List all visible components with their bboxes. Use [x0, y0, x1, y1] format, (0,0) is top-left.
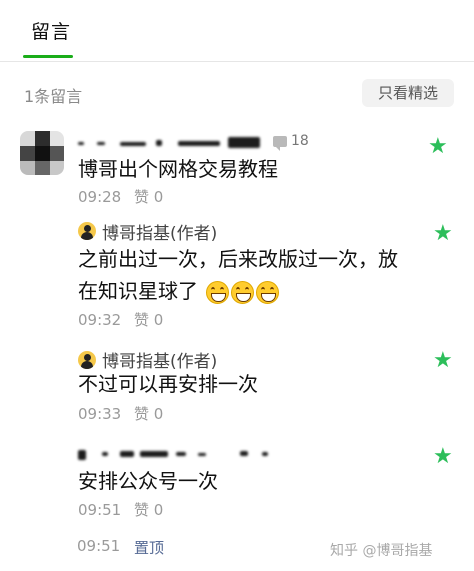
divider [0, 61, 474, 62]
avatar[interactable] [20, 131, 64, 175]
reply-text: 之前出过一次，后来改版过一次，放 在知识星球了 [78, 243, 398, 307]
comment-bubble-icon [273, 135, 287, 151]
grin-emoji-icon [256, 281, 280, 304]
reply-time: 09:33 [78, 405, 122, 423]
reply-time: 09:51 [78, 501, 122, 519]
grin-emoji-group [206, 281, 280, 304]
reply-text-line2: 在知识星球了 [78, 275, 398, 307]
watermark: 知乎 @博哥指基 [330, 543, 433, 559]
star-icon[interactable]: ★ [433, 350, 453, 372]
star-icon[interactable]: ★ [433, 446, 453, 468]
comment-meta: 09:28 赞 0 [78, 186, 163, 207]
featured-only-button[interactable]: 只看精选 [362, 79, 454, 107]
reply-text: 安排公众号一次 [78, 469, 218, 493]
tab-active-indicator [23, 55, 73, 58]
tab-comments[interactable]: 留言 [31, 17, 71, 44]
grin-emoji-icon [206, 281, 230, 304]
like-button[interactable]: 赞 0 [134, 501, 163, 519]
tab-bar: 留言 [0, 0, 474, 62]
author-avatar[interactable] [78, 351, 96, 369]
comment-count: 1条留言 [24, 87, 83, 106]
reply-count: 18 [291, 133, 309, 149]
grin-emoji-icon [231, 281, 255, 304]
author-avatar[interactable] [78, 222, 96, 240]
pin-button[interactable]: 置顶 [134, 537, 164, 558]
reply-text-line1: 之前出过一次，后来改版过一次，放 [78, 247, 398, 271]
reply-time: 09:32 [78, 311, 122, 329]
reply-text-line2-text: 在知识星球了 [78, 279, 198, 303]
comment-time: 09:28 [78, 188, 122, 206]
author-name: 博哥指基(作者) [102, 224, 218, 244]
like-button[interactable]: 赞 0 [134, 311, 163, 329]
like-button[interactable]: 赞 0 [134, 188, 163, 206]
reply-meta: 09:32 赞 0 [78, 309, 163, 330]
reply-count-badge[interactable]: 18 [273, 133, 309, 151]
reply-meta: 09:51 赞 0 [78, 499, 163, 520]
like-button[interactable]: 赞 0 [134, 405, 163, 423]
pin-time: 09:51 [77, 537, 121, 555]
reply-text: 不过可以再安排一次 [78, 372, 258, 396]
star-icon[interactable]: ★ [428, 136, 448, 158]
reply-meta: 09:33 赞 0 [78, 403, 163, 424]
comment-text: 博哥出个网格交易教程 [78, 157, 278, 181]
star-icon[interactable]: ★ [433, 223, 453, 245]
